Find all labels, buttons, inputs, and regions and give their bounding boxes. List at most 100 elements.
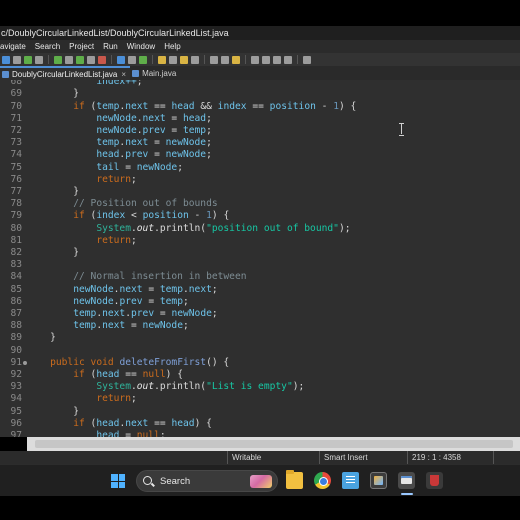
code-line[interactable]: 82 } <box>0 247 520 259</box>
code-line[interactable]: 72 newNode.prev = temp; <box>0 125 520 137</box>
developer-tool-icon[interactable] <box>370 472 387 489</box>
close-icon[interactable]: × <box>121 70 126 79</box>
menu-search[interactable]: Search <box>35 42 69 51</box>
code-line[interactable]: 83 <box>0 259 520 271</box>
code-token: newNode <box>136 161 178 173</box>
file-explorer-icon[interactable] <box>286 470 303 489</box>
menu-navigate[interactable]: avigate <box>0 42 35 51</box>
code-line[interactable]: 85 newNode.next = temp.next; <box>0 284 520 296</box>
menu-project[interactable]: Project <box>69 42 103 51</box>
code-line[interactable]: 92 if (head == null) { <box>0 369 520 381</box>
code-line[interactable]: 68 index++; <box>0 80 520 88</box>
search-icon[interactable] <box>169 55 177 64</box>
code-text: temp.next = newNode; <box>27 137 212 149</box>
code-token: prev <box>142 125 166 136</box>
back-dropdown-icon[interactable] <box>273 55 281 64</box>
active-app-indicator <box>401 493 413 495</box>
code-token: newNode <box>96 112 137 124</box>
save-icon[interactable] <box>13 55 21 64</box>
menu-help[interactable]: Help <box>164 42 189 51</box>
code-token: () { <box>206 356 230 368</box>
status-cursor-position: 219 : 1 : 4358 <box>407 451 461 464</box>
code-token: println( <box>159 381 207 393</box>
forward-dropdown-icon[interactable] <box>284 55 292 64</box>
toggle-mark-icon[interactable] <box>191 55 199 64</box>
code-token: temp <box>159 283 183 295</box>
code-line[interactable]: 80 System.out.println("position out of b… <box>0 223 520 235</box>
back-icon[interactable] <box>251 55 259 64</box>
code-line[interactable]: 91 public void deleteFromFirst() { <box>0 357 520 369</box>
code-token: if <box>73 369 85 380</box>
code-token: out <box>136 222 155 234</box>
code-token: null <box>136 430 160 437</box>
code-line[interactable]: 94 return; <box>0 393 520 405</box>
code-line[interactable]: 79 if (index < position - 1) { <box>0 210 520 222</box>
code-text: // Normal insertion in between <box>27 271 246 283</box>
code-editor[interactable]: 68 index++; 69 } 70 if (temp.next == head … <box>0 80 520 437</box>
horizontal-scrollbar[interactable] <box>27 437 520 451</box>
open-type-icon[interactable] <box>158 55 166 64</box>
code-line[interactable]: 73 temp.next = newNode; <box>0 137 520 149</box>
chrome-icon[interactable] <box>314 472 331 489</box>
code-line[interactable]: 90 <box>0 345 520 357</box>
next-annotation-icon[interactable] <box>210 55 218 64</box>
run-icon[interactable] <box>76 55 84 64</box>
prev-annotation-icon[interactable] <box>221 55 229 64</box>
code-line[interactable]: 93 System.out.println("List is empty"); <box>0 381 520 393</box>
code-line[interactable]: 87 temp.next.prev = newNode; <box>0 308 520 320</box>
code-line[interactable]: 70 if (temp.next == head && index == pos… <box>0 101 520 113</box>
windows-start-icon[interactable] <box>111 474 125 488</box>
code-line[interactable]: 71 newNode.next = head; <box>0 113 520 125</box>
status-writable: Writable <box>227 451 261 464</box>
code-line[interactable]: 88 temp.next = newNode; <box>0 320 520 332</box>
eclipse-icon[interactable] <box>398 472 415 489</box>
code-line[interactable]: 69 } <box>0 88 520 100</box>
dropdown-icon[interactable] <box>65 55 73 64</box>
line-number: 95 <box>10 405 22 417</box>
scrollbar-thumb[interactable] <box>35 440 513 448</box>
code-line[interactable]: 75 tail = newNode; <box>0 162 520 174</box>
notepad-icon[interactable] <box>342 472 359 489</box>
forward-icon[interactable] <box>262 55 270 64</box>
new-file-icon[interactable] <box>2 55 10 64</box>
new-class-icon[interactable] <box>139 55 147 64</box>
code-token: next <box>125 417 149 429</box>
save-all-icon[interactable] <box>24 55 32 64</box>
external-tools-icon[interactable] <box>98 55 106 64</box>
dropdown-icon[interactable] <box>87 55 95 64</box>
code-line[interactable]: 76 return; <box>0 174 520 186</box>
debug-icon[interactable] <box>54 55 62 64</box>
code-line[interactable]: 84 // Normal insertion in between <box>0 271 520 283</box>
code-token: - <box>315 100 334 112</box>
code-token: prev <box>125 149 149 161</box>
code-token: System <box>96 222 131 234</box>
menu-run[interactable]: Run <box>103 42 127 51</box>
code-token: && <box>194 100 218 112</box>
new-java-project-icon[interactable] <box>117 55 125 64</box>
menu-window[interactable]: Window <box>127 42 164 51</box>
code-token: ( <box>84 210 97 222</box>
code-line[interactable]: 74 head.prev = newNode; <box>0 149 520 161</box>
code-text: newNode.prev = temp; <box>27 296 189 308</box>
code-line[interactable]: 77 } <box>0 186 520 198</box>
pin-editor-icon[interactable] <box>303 55 311 64</box>
open-task-icon[interactable] <box>180 55 188 64</box>
code-line[interactable]: 97 head = null; <box>0 430 520 437</box>
code-token: if <box>73 100 85 112</box>
code-line[interactable]: 78 // Position out of bounds <box>0 198 520 210</box>
code-line[interactable]: 81 return; <box>0 235 520 247</box>
code-line[interactable]: 96 if (head.next == head) { <box>0 418 520 430</box>
last-edit-icon[interactable] <box>232 55 240 64</box>
taskbar-search[interactable]: Search <box>136 470 278 492</box>
print-icon[interactable] <box>35 55 43 64</box>
tab-main[interactable]: Main.java <box>130 66 180 80</box>
code-line[interactable]: 89 } <box>0 332 520 344</box>
tab-doubly-circular-linked-list[interactable]: DoublyCircularLinkedList.java × <box>0 66 131 80</box>
code-line[interactable]: 86 newNode.prev = temp; <box>0 296 520 308</box>
new-package-icon[interactable] <box>128 55 136 64</box>
code-token: position <box>142 210 189 222</box>
java-app-icon[interactable] <box>426 472 443 489</box>
code-line[interactable]: 95 } <box>0 406 520 418</box>
